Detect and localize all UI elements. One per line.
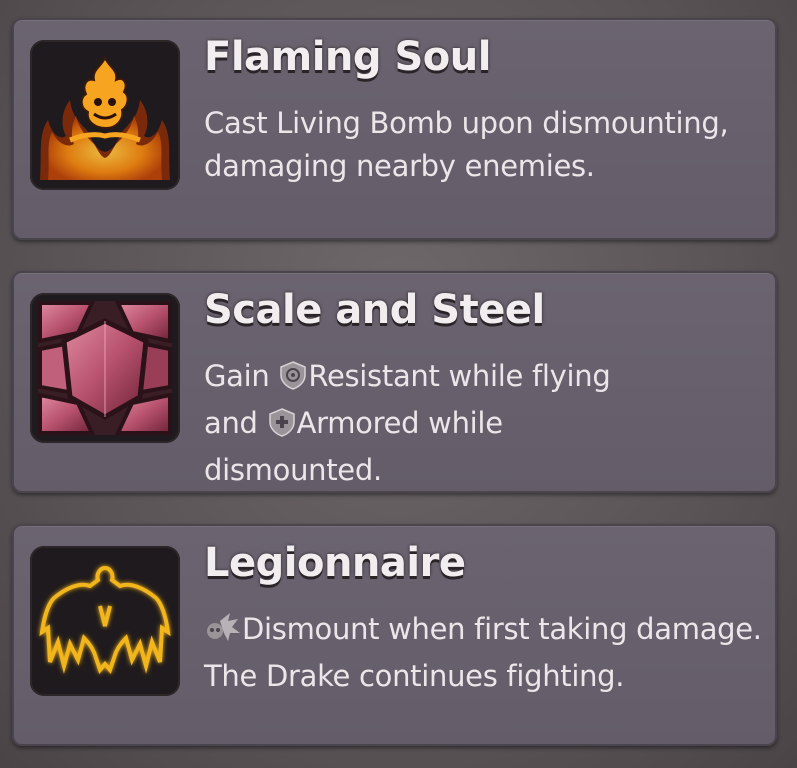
flaming-soul-icon xyxy=(30,40,180,190)
talent-description: Gain Resistant while flying and Armored … xyxy=(204,355,764,492)
talent-description: Dismount when first taking damage. The D… xyxy=(204,608,764,698)
armored-icon xyxy=(267,406,297,449)
talent-description: Cast Living Bomb upon dismounting, damag… xyxy=(204,106,729,183)
talent-title: Scale and Steel xyxy=(204,287,545,333)
desc-text: Dismount when first taking damage. The D… xyxy=(204,612,762,693)
desc-text: and xyxy=(204,406,267,440)
desc-text: Gain xyxy=(204,359,279,393)
talent-title: Flaming Soul xyxy=(204,34,491,80)
legionnaire-icon xyxy=(30,546,180,696)
scale-and-steel-icon xyxy=(30,293,180,443)
talent-title: Legionnaire xyxy=(204,540,466,586)
talent-card-scale-and-steel[interactable]: Scale and Steel Gain Resistant while fly… xyxy=(12,271,777,493)
keyword-armored: Armored while xyxy=(296,406,503,440)
talent-card-flaming-soul[interactable]: Flaming Soul Cast Living Bomb upon dismo… xyxy=(12,18,777,240)
talent-card-legionnaire[interactable]: Legionnaire Dismount when first taking d… xyxy=(12,524,777,746)
dismount-icon xyxy=(204,611,242,655)
resistant-icon xyxy=(278,359,308,402)
desc-text: dismounted. xyxy=(204,453,382,487)
keyword-resistant: Resistant while flying xyxy=(308,359,611,393)
